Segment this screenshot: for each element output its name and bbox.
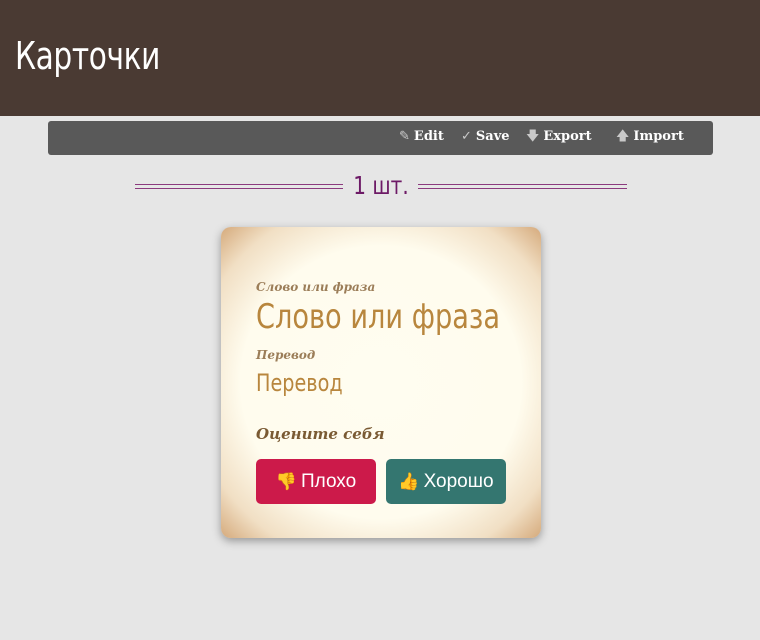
toolbar: ✎ Edit ✓ Save 🡇 Export 🡅 Import bbox=[48, 121, 713, 155]
thumbs-down-icon: 👎 bbox=[275, 472, 297, 491]
card-count-text: 1 шт. bbox=[353, 171, 409, 200]
export-button[interactable]: 🡇 Export bbox=[526, 121, 592, 155]
export-label: Export bbox=[543, 129, 592, 144]
thumbs-up-icon: 👍 bbox=[398, 472, 420, 491]
rate-prompt: Оцените себя bbox=[256, 425, 385, 443]
import-label: Import bbox=[633, 129, 684, 144]
arrow-up-icon: 🡅 bbox=[616, 129, 630, 144]
word-value: Слово или фраза bbox=[256, 297, 501, 337]
card-counter: 1 шт. bbox=[135, 170, 627, 204]
flashcard: Слово или фраза Слово или фраза Перевод … bbox=[221, 227, 541, 538]
bad-button[interactable]: 👎 Плохо bbox=[256, 459, 376, 504]
save-label: Save bbox=[475, 129, 510, 144]
save-button[interactable]: ✓ Save bbox=[461, 121, 510, 155]
good-button[interactable]: 👍 Хорошо bbox=[386, 459, 506, 504]
divider-line-right bbox=[418, 184, 627, 189]
divider-line-left bbox=[135, 184, 343, 189]
word-label: Слово или фраза bbox=[256, 280, 376, 294]
edit-label: Edit bbox=[413, 129, 444, 144]
translation-value: Перевод bbox=[256, 369, 343, 397]
import-button[interactable]: 🡅 Import bbox=[616, 121, 684, 155]
app-title: Карточки bbox=[15, 34, 160, 78]
app-header: Карточки bbox=[0, 0, 760, 116]
pencil-icon: ✎ bbox=[399, 129, 410, 144]
checkmark-icon: ✓ bbox=[461, 129, 472, 144]
translation-label: Перевод bbox=[256, 348, 316, 362]
bad-label: Плохо bbox=[301, 471, 357, 492]
arrow-down-icon: 🡇 bbox=[526, 129, 540, 144]
good-label: Хорошо bbox=[423, 471, 494, 492]
edit-button[interactable]: ✎ Edit bbox=[399, 121, 444, 155]
